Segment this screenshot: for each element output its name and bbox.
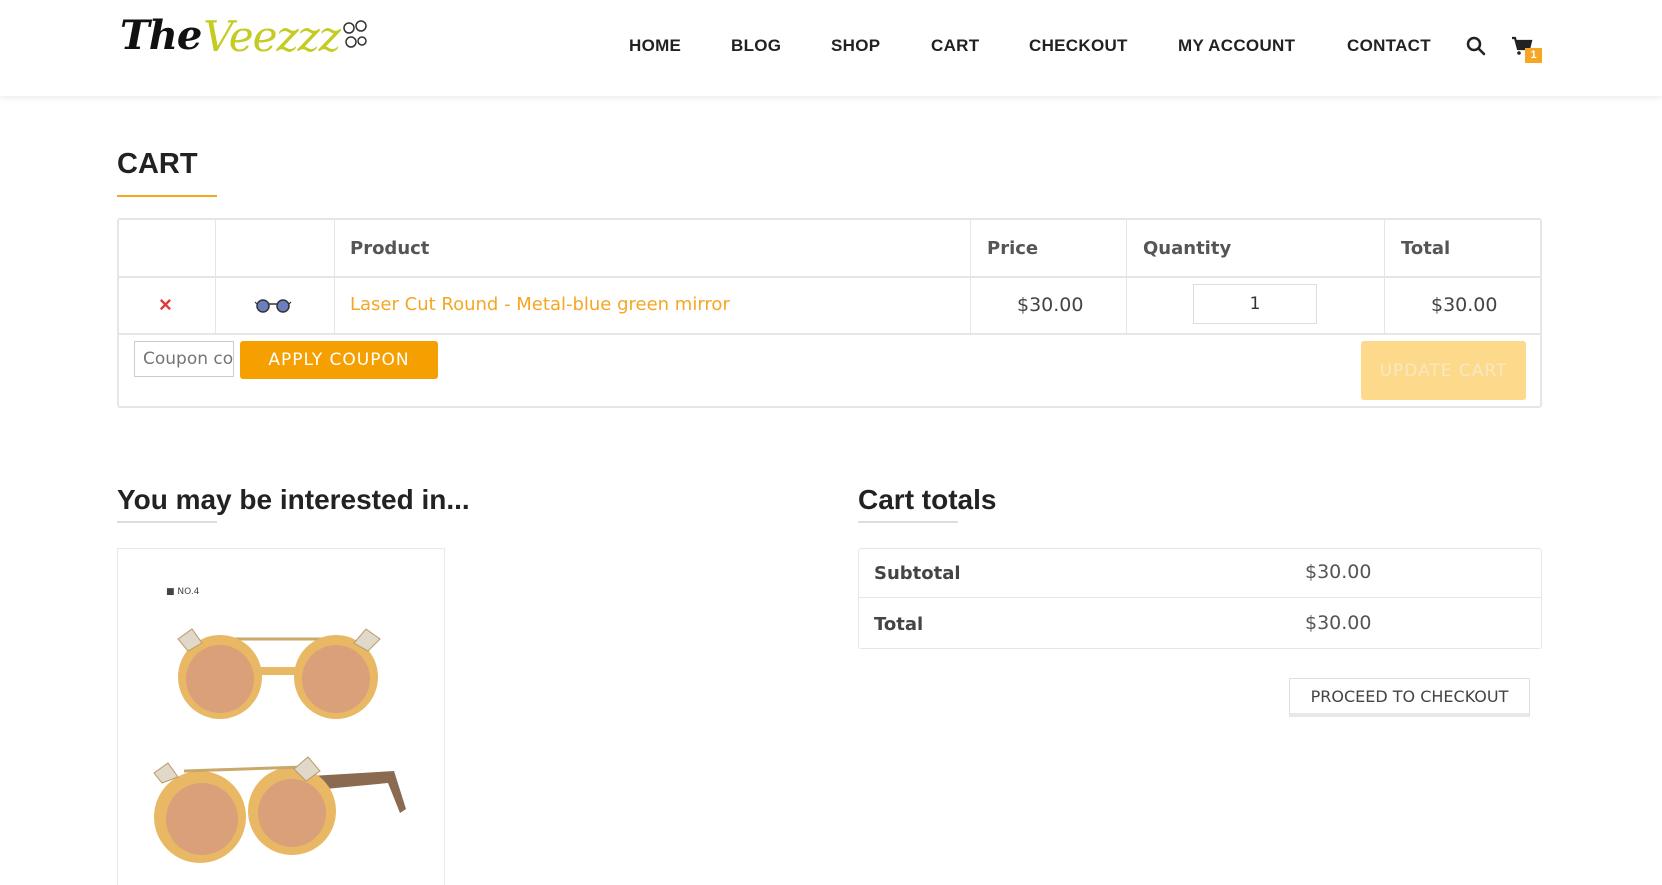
product-thumbnail[interactable] <box>254 298 292 314</box>
subtotal-label: Subtotal <box>874 563 961 584</box>
header-total: Total <box>1401 238 1451 259</box>
item-price: $30.00 <box>1017 294 1084 316</box>
nav-my-account[interactable]: MY ACCOUNT <box>1178 36 1295 56</box>
interested-title: You may be interested in... <box>117 484 470 515</box>
nav-home[interactable]: HOME <box>629 36 681 56</box>
product-tag: ■ NO.4 <box>166 587 200 597</box>
site-logo[interactable]: The Veezzz <box>120 12 368 78</box>
nav-contact[interactable]: CONTACT <box>1347 36 1431 56</box>
sunglasses-image-side <box>153 756 406 863</box>
title-underline <box>117 195 217 197</box>
logo-name: Veezzz <box>203 12 341 61</box>
site-header: The Veezzz HOME BLOG SHOP CART CHECKOUT … <box>0 0 1662 96</box>
nav-cart[interactable]: CART <box>931 36 979 56</box>
section-underline <box>117 521 217 523</box>
cart-table: Product Price Quantity Total × Laser Cut… <box>117 218 1542 408</box>
suggested-product-card[interactable]: ■ NO.4 <box>117 548 445 885</box>
subtotal-value: $30.00 <box>1305 561 1372 583</box>
cart-count-badge: 1 <box>1525 48 1542 63</box>
proceed-to-checkout-button[interactable]: PROCEED TO CHECKOUT <box>1289 678 1530 717</box>
remove-item-button[interactable]: × <box>159 292 172 318</box>
sunglasses-image-front <box>177 628 381 719</box>
nav-shop[interactable]: SHOP <box>831 36 880 56</box>
item-total: $30.00 <box>1431 294 1498 316</box>
row-divider <box>119 333 1540 335</box>
product-name-link[interactable]: Laser Cut Round - Metal-blue green mirro… <box>350 294 730 315</box>
search-icon[interactable] <box>1466 36 1486 56</box>
row-divider <box>859 597 1541 598</box>
total-value: $30.00 <box>1305 612 1372 634</box>
update-cart-button[interactable]: UPDATE CART <box>1361 341 1526 400</box>
cart-totals-title: Cart totals <box>858 484 997 515</box>
nav-blog[interactable]: BLOG <box>731 36 781 56</box>
section-underline <box>858 521 958 523</box>
header-product: Product <box>350 238 430 259</box>
row-divider <box>119 276 1540 278</box>
header-quantity: Quantity <box>1143 238 1232 259</box>
logo-prefix: The <box>120 12 202 59</box>
coupon-code-input[interactable] <box>134 341 234 377</box>
glasses-logo-icon <box>343 20 367 48</box>
quantity-input[interactable] <box>1193 284 1317 324</box>
cart-totals-table: Subtotal $30.00 Total $30.00 <box>858 548 1542 649</box>
nav-checkout[interactable]: CHECKOUT <box>1029 36 1128 56</box>
total-label: Total <box>874 614 924 635</box>
header-price: Price <box>987 238 1039 259</box>
apply-coupon-button[interactable]: APPLY COUPON <box>240 341 438 379</box>
page-title: CART <box>117 148 198 180</box>
